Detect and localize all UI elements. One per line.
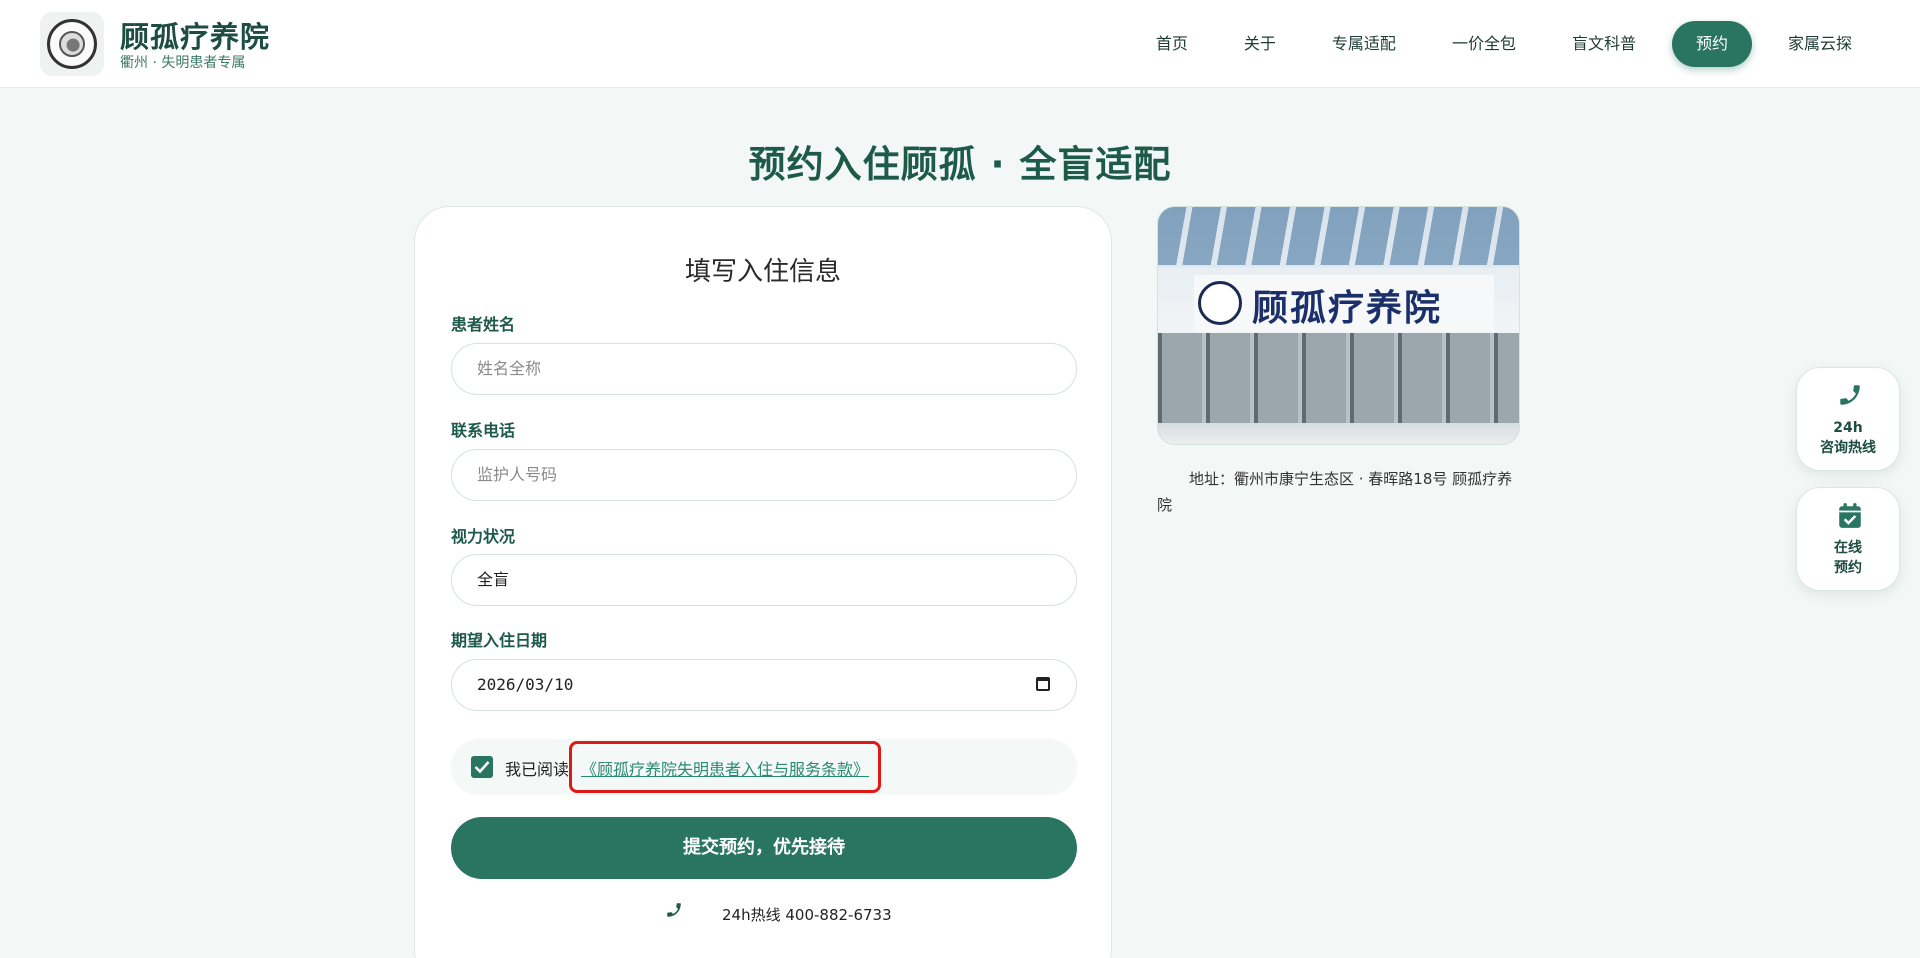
- brand-name: 顾孤疗养院: [120, 20, 271, 54]
- nav-item-all-inclusive[interactable]: 一价全包: [1424, 21, 1544, 67]
- nav-item-home[interactable]: 首页: [1128, 21, 1216, 67]
- vision-value: 全盲: [477, 570, 510, 589]
- checkin-date-input[interactable]: 2026/03/10: [451, 659, 1077, 711]
- phone-label: 联系电话: [451, 421, 516, 440]
- float-booking-button[interactable]: 在线 预约: [1796, 487, 1900, 591]
- site-header: 顾孤疗养院 衢州 · 失明患者专属 首页 关于 专属适配 一价全包 盲文科普 预…: [0, 0, 1920, 88]
- photo-sign-text: 顾孤疗养院: [1252, 287, 1443, 329]
- nav-item-about[interactable]: 关于: [1216, 21, 1304, 67]
- phone-placeholder: 监护人号码: [477, 465, 558, 484]
- terms-checkbox[interactable]: [471, 756, 493, 778]
- nav-item-family-visit[interactable]: 家属云探: [1760, 21, 1880, 67]
- main-nav: 首页 关于 专属适配 一价全包 盲文科普 预约 家属云探: [1128, 21, 1880, 67]
- agree-text: 我已阅读: [505, 760, 570, 779]
- nav-item-adaptation[interactable]: 专属适配: [1304, 21, 1424, 67]
- submit-booking-button[interactable]: 提交预约，优先接待: [451, 817, 1077, 879]
- terms-agreement-row: 我已阅读 《顾孤疗养院失明患者入住与服务条款》: [451, 739, 1077, 795]
- calendar-check-icon: [1837, 502, 1863, 534]
- float-hotline-line1: 24h: [1833, 420, 1863, 436]
- form-title: 填写入住信息: [684, 257, 841, 287]
- address-text: 地址：衢州市康宁生态区 · 春晖路18号 顾孤疗养院: [1157, 470, 1513, 514]
- phone-icon: [665, 901, 683, 923]
- vision-label: 视力状况: [451, 527, 516, 546]
- terms-link[interactable]: 《顾孤疗养院失明患者入住与服务条款》: [581, 756, 869, 780]
- brand-subtitle: 衢州 · 失明患者专属: [120, 55, 246, 71]
- booking-form-card: 填写入住信息 患者姓名 姓名全称 联系电话 监护人号码 视力状况 全盲 期望入住…: [414, 206, 1112, 958]
- float-hotline-button[interactable]: 24h 咨询热线: [1796, 367, 1900, 471]
- patient-name-input[interactable]: 姓名全称: [451, 343, 1077, 395]
- nav-item-braille[interactable]: 盲文科普: [1544, 21, 1664, 67]
- building-photo: 顾孤疗养院: [1157, 206, 1520, 445]
- date-label: 期望入住日期: [451, 631, 548, 650]
- logo-seal-icon: [47, 19, 97, 69]
- calendar-icon[interactable]: [1036, 677, 1050, 691]
- vision-select[interactable]: 全盲: [451, 554, 1077, 606]
- date-value: 2026/03/10: [477, 675, 574, 694]
- patient-name-placeholder: 姓名全称: [477, 359, 542, 378]
- phone-icon: [1837, 382, 1863, 412]
- page-title: 预约入住顾孤 · 全盲适配: [748, 143, 1172, 186]
- phone-input[interactable]: 监护人号码: [451, 449, 1077, 501]
- name-label: 患者姓名: [451, 315, 516, 334]
- logo[interactable]: [40, 12, 104, 76]
- sign-seal-icon: [1198, 281, 1242, 325]
- float-booking-line2: 预约: [1834, 560, 1862, 576]
- float-hotline-line2: 咨询热线: [1820, 440, 1876, 456]
- nav-item-booking[interactable]: 预约: [1671, 21, 1752, 67]
- checkbox-check-icon: [474, 761, 490, 774]
- float-booking-line1: 在线: [1834, 540, 1862, 556]
- hotline-text: 24h热线 400-882-6733: [722, 906, 892, 924]
